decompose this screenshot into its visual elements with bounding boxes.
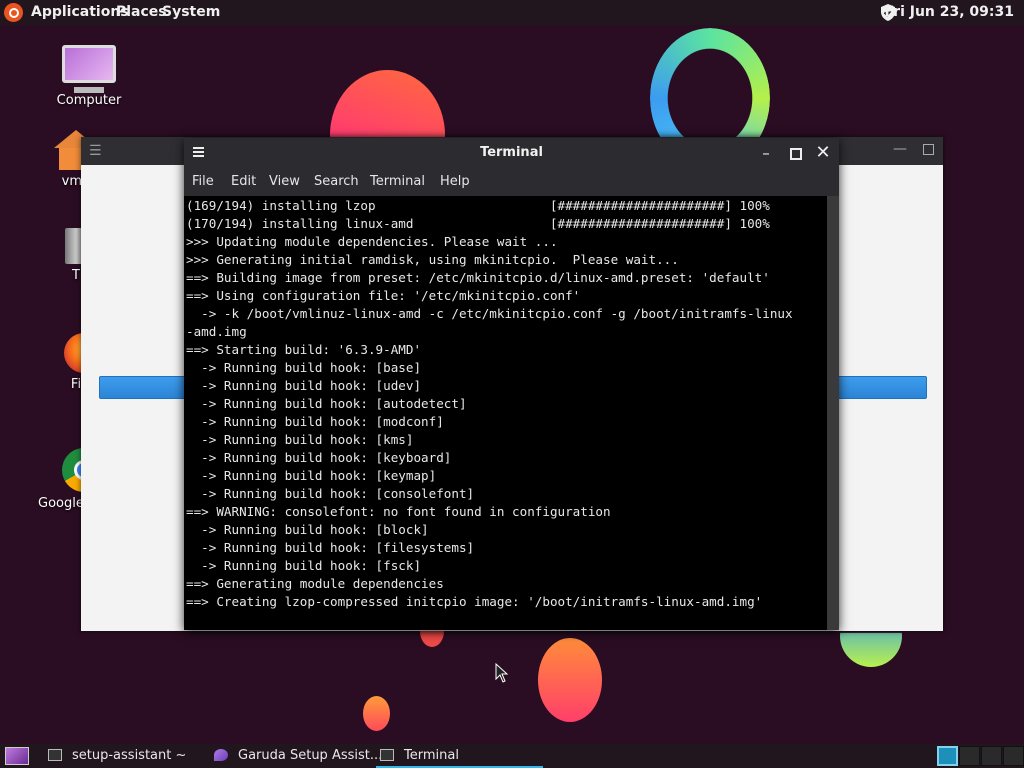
- terminal-line: -> Running build hook: [consolefont]: [186, 486, 475, 501]
- terminal-line: ==> WARNING: consolefont: no font found …: [186, 504, 611, 519]
- workspace-1[interactable]: [937, 746, 958, 766]
- terminal-line: -> -k /boot/vmlinuz-linux-amd -c /etc/mk…: [186, 306, 793, 321]
- menu-search[interactable]: Search: [314, 174, 359, 189]
- terminal-line: -> Running build hook: [autodetect]: [186, 396, 467, 411]
- clock[interactable]: Fri Jun 23, 09:31: [885, 4, 1015, 20]
- terminal-line: -> Running build hook: [udev]: [186, 378, 422, 393]
- terminal-icon: [380, 749, 394, 761]
- terminal-line: -> Running build hook: [modconf]: [186, 414, 444, 429]
- terminal-line: >>> Generating initial ramdisk, using mk…: [186, 252, 679, 267]
- show-desktop-button[interactable]: [5, 747, 29, 765]
- window-title: Terminal: [480, 145, 543, 160]
- wallpaper-shape: [538, 638, 602, 722]
- terminal-line: ==> Creating lzop-compressed initcpio im…: [186, 594, 763, 609]
- menu-terminal[interactable]: Terminal: [370, 174, 425, 189]
- workspace-4[interactable]: [1003, 746, 1024, 766]
- mouse-pointer-icon: [495, 663, 509, 683]
- menu-view[interactable]: View: [269, 174, 300, 189]
- hamburger-menu-icon[interactable]: ☰: [89, 143, 102, 159]
- taskbar: setup-assistant ~ Garuda Setup Assist...…: [0, 744, 1024, 768]
- terminal-window[interactable]: Terminal – ✕ File Edit View Search Termi…: [184, 138, 839, 630]
- terminal-line: -amd.img: [186, 324, 247, 339]
- wallpaper-shape: [363, 696, 390, 731]
- terminal-line: -> Running build hook: [keyboard]: [186, 450, 452, 465]
- computer-icon: [62, 45, 116, 83]
- menu-edit[interactable]: Edit: [231, 174, 256, 189]
- terminal-line: -> Running build hook: [base]: [186, 360, 422, 375]
- terminal-line: -> Running build hook: [fsck]: [186, 558, 422, 573]
- garuda-icon: [214, 749, 228, 761]
- task-label: Terminal: [404, 748, 459, 763]
- task-setup-assistant-terminal[interactable]: setup-assistant ~: [44, 744, 204, 768]
- desktop-icon-computer[interactable]: Computer: [50, 45, 128, 108]
- window-titlebar[interactable]: Terminal – ✕: [184, 138, 839, 168]
- task-terminal[interactable]: Terminal: [376, 744, 543, 768]
- minimize-icon[interactable]: —: [893, 141, 907, 157]
- menu-file[interactable]: File: [192, 174, 214, 189]
- terminal-line: ==> Generating module dependencies: [186, 576, 444, 591]
- terminal-line: -> Running build hook: [filesystems]: [186, 540, 475, 555]
- menu-system[interactable]: System: [162, 4, 220, 20]
- menubar: File Edit View Search Terminal Help: [184, 168, 839, 196]
- menu-applications[interactable]: Applications: [31, 4, 129, 20]
- maximize-icon[interactable]: [923, 144, 934, 155]
- maximize-button[interactable]: [786, 144, 804, 162]
- terminal-line: ==> Using configuration file: '/etc/mkin…: [186, 288, 581, 303]
- task-garuda-setup-assistant[interactable]: Garuda Setup Assist...: [210, 744, 382, 768]
- close-button[interactable]: ✕: [814, 144, 832, 162]
- terminal-line: -> Running build hook: [keymap]: [186, 468, 437, 483]
- ubuntu-logo-icon[interactable]: [4, 3, 23, 22]
- terminal-line: ==> Starting build: '6.3.9-AMD': [186, 342, 422, 357]
- terminal-icon: [48, 749, 62, 761]
- menu-help[interactable]: Help: [440, 174, 470, 189]
- workspace-2[interactable]: [959, 746, 980, 766]
- terminal-line: (169/194) installing lzop [#############…: [186, 198, 770, 213]
- desktop-icon-label: Computer: [56, 93, 122, 108]
- task-label: setup-assistant ~: [72, 748, 187, 763]
- terminal-line: ==> Building image from preset: /etc/mki…: [186, 270, 770, 285]
- terminal-line: (170/194) installing linux-amd [########…: [186, 216, 770, 231]
- terminal-output[interactable]: (169/194) installing lzop [#############…: [184, 196, 828, 631]
- menu-places[interactable]: Places: [116, 4, 167, 20]
- workspace-3[interactable]: [981, 746, 1002, 766]
- task-label: Garuda Setup Assist...: [238, 748, 383, 763]
- scrollbar[interactable]: [827, 196, 839, 630]
- top-panel: Applications Places System Fri Jun 23, 0…: [0, 0, 1024, 25]
- minimize-button[interactable]: –: [757, 144, 775, 162]
- terminal-line: -> Running build hook: [block]: [186, 522, 429, 537]
- terminal-line: -> Running build hook: [kms]: [186, 432, 414, 447]
- terminal-line: >>> Updating module dependencies. Please…: [186, 234, 558, 249]
